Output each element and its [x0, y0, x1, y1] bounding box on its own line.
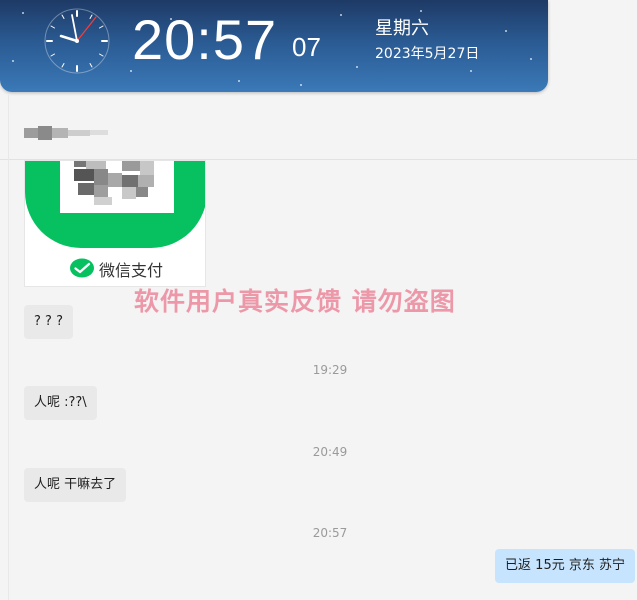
message-timestamp: 20:57 — [312, 526, 348, 540]
message-timestamp: 20:49 — [312, 445, 348, 459]
pay-card-label: 微信支付 — [98, 261, 163, 280]
clock-weekday: 星期六 — [375, 18, 429, 39]
blurred-contact-name — [18, 122, 118, 144]
message-bubble[interactable]: 人呢 :??\ — [24, 386, 97, 420]
message-timestamp: 19:29 — [312, 363, 348, 377]
message-bubble[interactable]: 人呢 干嘛去了 — [24, 468, 127, 502]
watermark-text: 软件用户真实反馈 请勿盗图 — [134, 287, 456, 316]
sidebar-divider — [8, 95, 9, 600]
clock-date: 2023年5月27日 — [375, 46, 480, 62]
analog-clock-icon — [44, 8, 110, 74]
wechat-pay-card[interactable]: 微信支付 — [24, 160, 206, 287]
clock-time: 20:57 — [132, 8, 278, 71]
pay-card-label-row: 微信支付 — [25, 257, 205, 281]
clock-banner: 20:57 07 星期六 2023年5月27日 — [0, 0, 548, 92]
chat-window: 20:57 07 星期六 2023年5月27日 微信支付 软件用户真实反馈 请勿… — [0, 0, 637, 600]
wechat-pay-icon — [69, 258, 94, 278]
blurred-qr-code — [60, 161, 174, 213]
message-bubble[interactable]: ? ? ? — [24, 305, 73, 339]
outgoing-message-bubble[interactable]: 已返 15元 京东 苏宁 — [495, 549, 635, 583]
clock-seconds: 07 — [292, 32, 321, 62]
